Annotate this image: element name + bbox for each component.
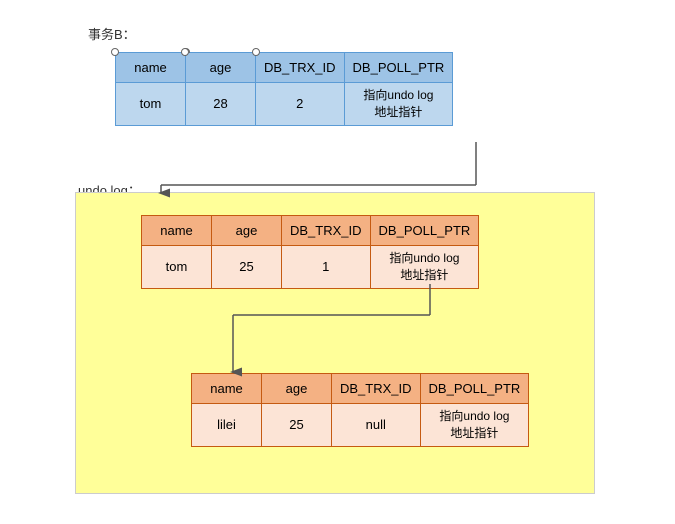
o2-header-name: name [210,381,243,396]
o1-row-ptr: 指向undo log地址指针 [389,251,459,282]
o2-header-ptr: DB_POLL_PTR [429,381,521,396]
o1-header-age: age [236,223,258,238]
blue-header-name: name [134,60,167,75]
o1-header-ptr: DB_POLL_PTR [379,223,471,238]
blue-header-trxid: DB_TRX_ID [264,60,336,75]
o1-row-trxid: 1 [322,259,329,274]
o2-header-age: age [286,381,308,396]
blue-row-trxid: 2 [296,96,303,111]
o2-row-age: 25 [289,417,303,432]
o2-row-name: lilei [217,417,236,432]
blue-header-ptr: DB_POLL_PTR [353,60,445,75]
blue-table: name age DB_TRX_ID DB_POLL_PTR tom 28 2 … [115,52,453,126]
o2-row-trxid: null [366,417,386,432]
orange-table-1: name age DB_TRX_ID DB_POLL_PTR tom 25 1 … [141,215,479,289]
orange-table-2: name age DB_TRX_ID DB_POLL_PTR lilei 25 … [191,373,529,447]
o2-row-ptr: 指向undo log地址指针 [439,409,509,440]
o1-header-trxid: DB_TRX_ID [290,223,362,238]
o1-header-name: name [160,223,193,238]
o2-header-trxid: DB_TRX_ID [340,381,412,396]
o1-row-name: tom [166,259,188,274]
transaction-label: 事务B： [88,24,136,43]
blue-header-age: age [210,60,232,75]
blue-row-ptr: 指向undo log地址指针 [363,88,433,119]
blue-row-age: 28 [213,96,227,111]
undo-log-box: name age DB_TRX_ID DB_POLL_PTR tom 25 1 … [75,192,595,494]
o1-row-age: 25 [239,259,253,274]
blue-row-name: tom [140,96,162,111]
